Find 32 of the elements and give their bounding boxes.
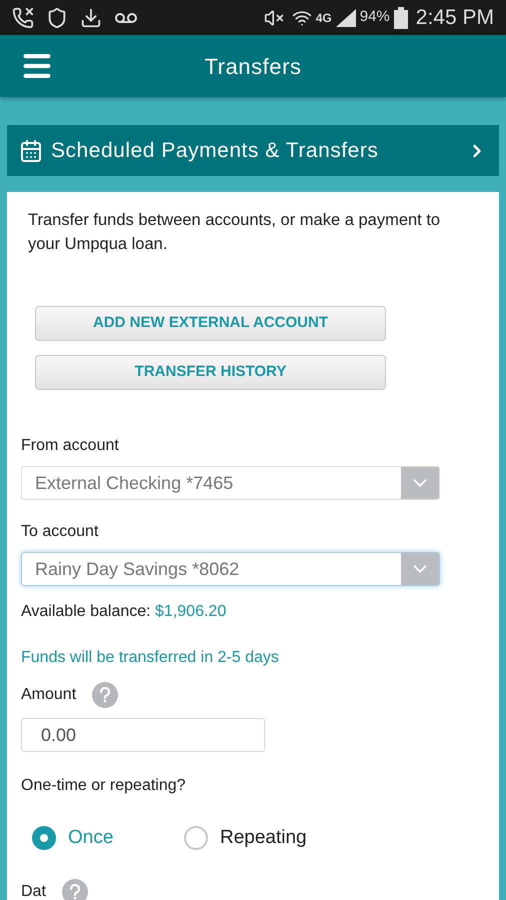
signal-icon bbox=[336, 8, 356, 26]
scheduled-payments-link[interactable]: Scheduled Payments & Transfers bbox=[7, 125, 499, 176]
radio-option[interactable]: Repeating bbox=[184, 824, 307, 852]
battery-icon bbox=[394, 6, 408, 28]
balance-label: Available balance: bbox=[21, 603, 151, 620]
field-label: Dat bbox=[21, 882, 46, 900]
radio-option[interactable]: Once bbox=[32, 824, 136, 852]
transfer-notice: Funds will be transferred in 2-5 days bbox=[21, 648, 280, 668]
field-label: To account bbox=[21, 522, 100, 542]
action-button[interactable]: ADD NEW EXTERNAL ACCOUNT bbox=[35, 306, 386, 341]
amount-input[interactable]: 0.00 bbox=[21, 718, 265, 752]
help-icon[interactable] bbox=[92, 682, 118, 708]
field-label: One-time or repeating? bbox=[21, 776, 187, 796]
field-label: From account bbox=[21, 436, 120, 456]
download-icon bbox=[80, 6, 102, 28]
app-bar-title: Transfers bbox=[203, 52, 303, 80]
clock: 2:45 PM bbox=[416, 4, 494, 31]
help-icon[interactable] bbox=[62, 878, 88, 900]
action-button[interactable]: TRANSFER HISTORY bbox=[35, 355, 386, 390]
field-label: Amount bbox=[21, 685, 76, 705]
account-dropdown[interactable]: External Checking *7465 bbox=[21, 466, 440, 500]
calendar-icon bbox=[19, 138, 43, 162]
intro-text: Transfer funds between accounts, or make a payment to your Umpqua loan. bbox=[27, 210, 442, 255]
radio-button[interactable] bbox=[32, 826, 56, 850]
radio-button[interactable] bbox=[184, 826, 208, 850]
balance-amount: $1,906.20 bbox=[155, 603, 226, 620]
account-dropdown[interactable]: Rainy Day Savings *8062 bbox=[21, 552, 440, 586]
mute-icon bbox=[264, 8, 284, 28]
battery-percent: 94% bbox=[360, 7, 390, 28]
shield-icon bbox=[46, 6, 68, 28]
network-type: 4G bbox=[316, 10, 332, 26]
missed-call-icon bbox=[12, 6, 34, 28]
